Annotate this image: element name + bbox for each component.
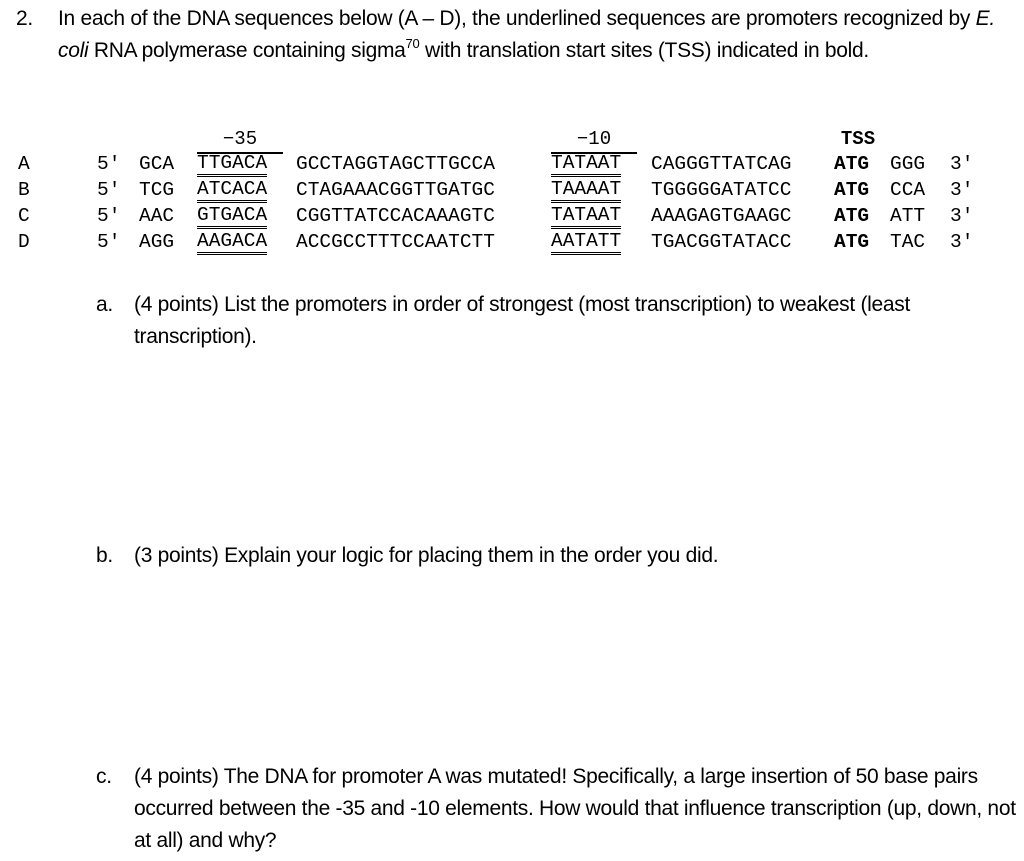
- five-prime-end: 5′: [97, 205, 121, 227]
- three-prime-end: 3′: [950, 205, 974, 227]
- header-minus10: −10: [551, 128, 637, 154]
- start-codon: ATG: [834, 231, 870, 253]
- downstream-bases: CCA: [890, 179, 926, 201]
- start-codon: ATG: [834, 179, 870, 201]
- start-codon: ATG: [834, 153, 870, 175]
- intro-text-2: RNA polymerase containing sigma: [88, 39, 406, 62]
- minus10-element: TAAAAT: [551, 178, 622, 203]
- row-label: D: [18, 231, 30, 253]
- upstream-bases: GCA: [139, 153, 175, 175]
- subquestion-letter: c.: [96, 765, 112, 788]
- header-tss: TSS: [840, 128, 876, 150]
- row-label: A: [18, 153, 30, 175]
- question-intro: In each of the DNA sequences below (A – …: [58, 3, 1008, 67]
- intro-text-3: with translation start sites (TSS) indic…: [419, 39, 869, 62]
- question-number: 2.: [16, 7, 33, 30]
- upstream-bases: AAC: [139, 205, 175, 227]
- spacer-to-start: TGGGGGATATCC: [651, 179, 792, 201]
- subquestion-letter: a.: [96, 293, 113, 316]
- downstream-bases: ATT: [890, 205, 926, 227]
- spacer-to-start: CAGGGTTATCAG: [651, 153, 792, 175]
- minus35-element: TTGACA: [197, 152, 268, 177]
- header-minus35: −35: [197, 128, 283, 154]
- sequence-row-c: C 5′ AAC GTGACA CGGTTATCCACAAAGTC TATAAT…: [0, 204, 1024, 229]
- spacer-sequence: CTAGAAACGGTTGATGC: [296, 179, 495, 201]
- spacer-sequence: ACCGCCTTTCCAATCTT: [296, 231, 495, 253]
- spacer-to-start: AAAGAGTGAAGC: [651, 205, 792, 227]
- spacer-sequence: GCCTAGGTAGCTTGCCA: [296, 153, 495, 175]
- minus35-element: AAGACA: [197, 230, 268, 255]
- five-prime-end: 5′: [97, 153, 121, 175]
- subquestion-text: (4 points) List the promoters in order o…: [134, 293, 910, 348]
- sigma-superscript: 70: [405, 36, 420, 51]
- upstream-bases: AGG: [139, 231, 175, 253]
- minus10-element: AATATT: [551, 230, 622, 255]
- three-prime-end: 3′: [950, 179, 974, 201]
- minus35-element: GTGACA: [197, 204, 268, 229]
- subquestion-text: (3 points) Explain your logic for placin…: [134, 544, 719, 567]
- subquestion-letter: b.: [96, 544, 113, 567]
- start-codon: ATG: [834, 205, 870, 227]
- sequence-row-b: B 5′ TCG ATCACA CTAGAAACGGTTGATGC TAAAAT…: [0, 178, 1024, 203]
- row-label: C: [18, 205, 30, 227]
- spacer-to-start: TGACGGTATACC: [651, 231, 792, 253]
- three-prime-end: 3′: [950, 153, 974, 175]
- minus10-element: TATAAT: [551, 204, 622, 229]
- sequence-row-d: D 5′ AGG AAGACA ACCGCCTTTCCAATCTT AATATT…: [0, 230, 1024, 255]
- sequence-row-a: A 5′ GCA TTGACA GCCTAGGTAGCTTGCCA TATAAT…: [0, 152, 1024, 177]
- intro-text-1: In each of the DNA sequences below (A – …: [58, 7, 976, 30]
- spacer-sequence: CGGTTATCCACAAAGTC: [296, 205, 495, 227]
- five-prime-end: 5′: [97, 179, 121, 201]
- downstream-bases: GGG: [890, 153, 926, 175]
- five-prime-end: 5′: [97, 231, 121, 253]
- row-label: B: [18, 179, 30, 201]
- downstream-bases: TAC: [890, 231, 926, 253]
- minus35-element: ATCACA: [197, 178, 268, 203]
- minus10-element: TATAAT: [551, 152, 622, 177]
- three-prime-end: 3′: [950, 231, 974, 253]
- upstream-bases: TCG: [139, 179, 175, 201]
- subquestion-text: (4 points) The DNA for promoter A was mu…: [134, 765, 1016, 852]
